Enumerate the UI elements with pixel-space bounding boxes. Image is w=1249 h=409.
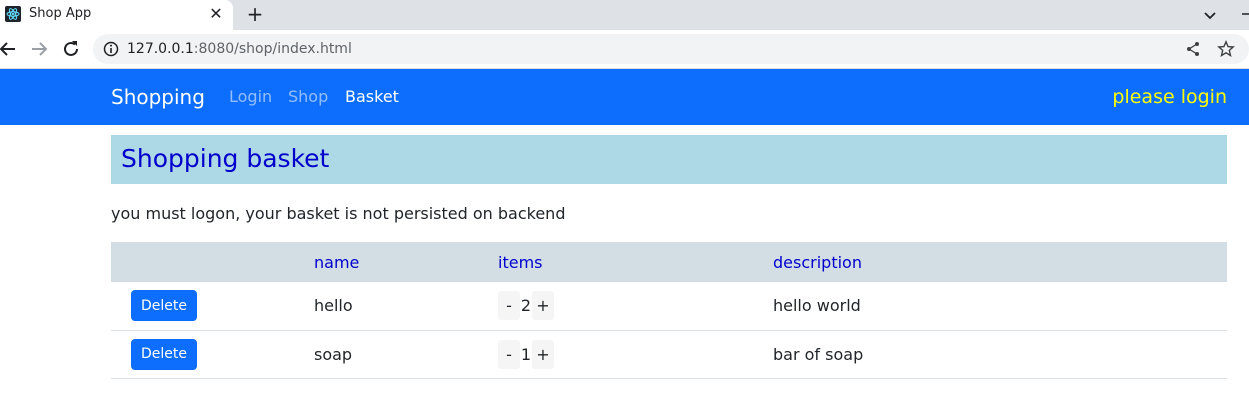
header-action [111,242,314,282]
bookmark-star-icon[interactable] [1217,40,1235,58]
info-icon[interactable] [103,41,119,57]
table-header-row: name items description [111,242,1227,282]
quantity-value: 2 [520,296,532,316]
brand-link[interactable]: Shopping [111,85,205,109]
header-description: description [773,242,1227,282]
tab-close-icon[interactable]: ✕ [205,3,227,25]
nav-link-basket[interactable]: Basket [345,87,399,106]
row-items-cell: - 1 + [498,330,773,379]
app-navbar: Shopping Login Shop Basket please login [0,69,1249,125]
tab-title: Shop App [29,6,92,21]
browser-tab-strip: Shop App ✕ + [0,0,1249,30]
quantity-stepper: - 2 + [498,291,554,321]
quantity-value: 1 [520,344,532,364]
browser-tab[interactable]: Shop App ✕ [0,0,233,30]
url-host: 127.0.0.1 [127,41,194,57]
row-name: soap [314,330,498,379]
share-icon[interactable] [1185,41,1201,57]
page-header: Shopping basket [111,135,1227,184]
basket-table: name items description Delete hello - 2 … [111,242,1227,379]
delete-button[interactable]: Delete [131,338,197,370]
delete-button[interactable]: Delete [131,290,197,322]
row-action-cell: Delete [111,282,314,331]
row-items-cell: - 2 + [498,282,773,331]
header-items: items [498,242,773,282]
increment-button[interactable]: + [532,339,554,369]
main-content: Shopping basket you must logon, your bas… [111,135,1227,379]
decrement-button[interactable]: - [498,339,520,369]
table-row: Delete soap - 1 + bar of soap [111,330,1227,379]
login-status: please login [1112,86,1227,108]
decrement-button[interactable]: - [498,291,520,321]
row-action-cell: Delete [111,330,314,379]
address-bar[interactable]: 127.0.0.1:8080/shop/index.html [93,34,1249,64]
persistence-notice: you must logon, your basket is not persi… [111,204,566,223]
minimize-icon[interactable] [1240,4,1249,24]
react-logo-icon [5,6,21,22]
quantity-stepper: - 1 + [498,339,554,369]
chevron-down-icon[interactable] [1200,5,1220,25]
page-title: Shopping basket [121,144,330,173]
row-description: bar of soap [773,330,1227,379]
url-path: :8080/shop/index.html [193,41,352,57]
row-name: hello [314,282,498,331]
nav-link-login[interactable]: Login [229,87,272,106]
forward-arrow-icon[interactable] [28,38,50,60]
new-tab-icon[interactable]: + [243,2,267,26]
row-description: hello world [773,282,1227,331]
browser-toolbar: 127.0.0.1:8080/shop/index.html [0,30,1249,69]
nav-link-shop[interactable]: Shop [288,87,328,106]
increment-button[interactable]: + [532,291,554,321]
reload-icon[interactable] [60,38,82,60]
back-arrow-icon[interactable] [0,38,19,60]
table-row: Delete hello - 2 + hello world [111,282,1227,331]
url-text[interactable]: 127.0.0.1:8080/shop/index.html [127,41,352,57]
header-name: name [314,242,498,282]
